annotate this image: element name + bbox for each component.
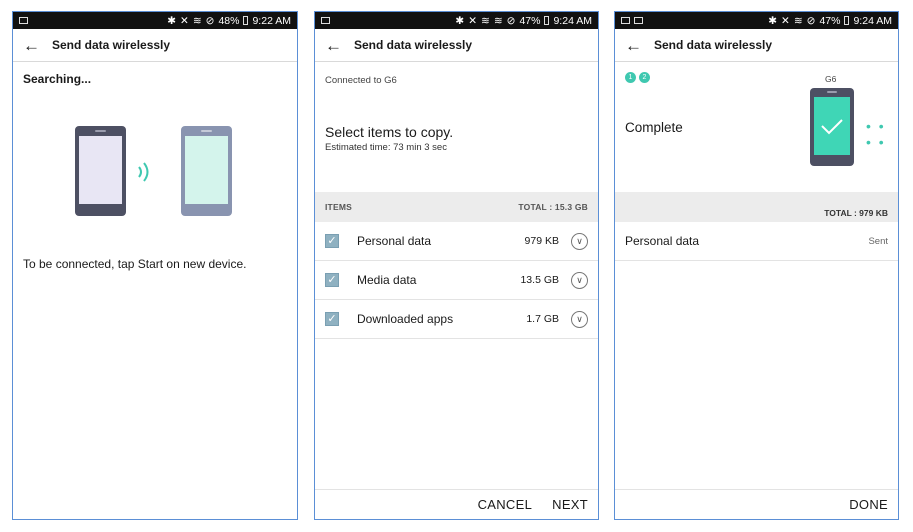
battery-icon [844, 16, 850, 25]
battery-percent: 48% [218, 14, 240, 27]
item-size: 1.7 GB [526, 313, 559, 325]
app-bar: ← Send data wirelessly [13, 29, 297, 62]
total-size: TOTAL : 979 KB [824, 208, 888, 218]
battery-icon [243, 16, 249, 25]
item-size: 979 KB [524, 235, 559, 247]
old-phone-icon [75, 126, 126, 216]
item-label: Downloaded apps [357, 312, 454, 326]
item-label: Personal data [357, 234, 432, 248]
item-status: Sent [868, 235, 888, 247]
checkbox[interactable]: ✓ [325, 234, 339, 248]
gallery-icon [321, 17, 330, 24]
item-size: 13.5 GB [520, 274, 559, 286]
back-arrow-icon[interactable]: ← [625, 37, 642, 54]
clock: 9:22 AM [252, 14, 291, 27]
alarm-off-icon: ⊘ [506, 14, 516, 27]
mute-icon: ✕ [468, 14, 478, 27]
app-bar: ← Send data wirelessly [615, 29, 898, 62]
next-button[interactable]: NEXT [552, 497, 588, 512]
wifi-icon: ≋ [493, 14, 503, 27]
estimated-time: Estimated time: 73 min 3 sec [325, 142, 447, 153]
status-bar: ✱ ✕ ≋ ⊘ 48% 9:22 AM [13, 12, 297, 29]
phone-checkmark-icon [810, 88, 854, 166]
phones-illustration [75, 126, 232, 216]
alarm-off-icon: ⊘ [205, 14, 215, 27]
action-bar: DONE [615, 489, 898, 519]
searching-label: Searching... [23, 72, 92, 86]
gallery-icon [19, 17, 28, 24]
app-bar: ← Send data wirelessly [315, 29, 598, 62]
bluetooth-icon: ✱ [167, 14, 177, 27]
back-arrow-icon[interactable]: ← [23, 37, 40, 54]
clock: 9:24 AM [553, 14, 592, 27]
chevron-down-icon[interactable]: ∨ [571, 310, 588, 328]
chevron-down-icon[interactable]: ∨ [571, 271, 588, 289]
gallery-icon [634, 17, 643, 24]
wireless-signal-icon [138, 162, 149, 182]
screen-select-items: ✱ ✕ ≋ ≋ ⊘ 47% 9:24 AM ← Send data wirele… [314, 11, 599, 520]
item-row-downloaded-apps[interactable]: ✓ Downloaded apps 1.7 GB ∨ [315, 300, 598, 339]
total-size: TOTAL : 15.3 GB [518, 202, 588, 212]
screen-complete: ✱ ✕ ≋ ⊘ 47% 9:24 AM ← Send data wireless… [614, 11, 899, 520]
battery-percent: 47% [819, 14, 841, 27]
new-phone-icon [181, 126, 232, 216]
total-bar: TOTAL : 979 KB [615, 192, 898, 222]
done-button[interactable]: DONE [849, 497, 888, 512]
wifi-icon: ≋ [793, 14, 803, 27]
page-title: Send data wirelessly [52, 38, 171, 52]
battery-percent: 47% [519, 14, 541, 27]
complete-label: Complete [625, 120, 683, 135]
screen-searching: ✱ ✕ ≋ ⊘ 48% 9:22 AM ← Send data wireless… [12, 11, 298, 520]
item-row-personal-data: Personal data Sent [615, 222, 898, 261]
step-indicator: 1 2 [625, 72, 650, 83]
checkbox[interactable]: ✓ [325, 312, 339, 326]
item-label: Media data [357, 273, 417, 287]
item-row-media-data[interactable]: ✓ Media data 13.5 GB ∨ [315, 261, 598, 300]
select-heading: Select items to copy. [325, 124, 454, 140]
clock: 9:24 AM [853, 14, 892, 27]
progress-dots: • • • • [866, 118, 886, 150]
wifi-icon: ≋ [192, 14, 202, 27]
bluetooth-icon: ✱ [768, 14, 778, 27]
step-1-badge: 1 [625, 72, 636, 83]
bluetooth-icon: ✱ [455, 14, 465, 27]
status-bar: ✱ ✕ ≋ ⊘ 47% 9:24 AM [615, 12, 898, 29]
action-bar: CANCEL NEXT [315, 489, 598, 519]
device-name: G6 [825, 74, 837, 84]
chevron-down-icon[interactable]: ∨ [571, 232, 588, 250]
item-label: Personal data [625, 234, 700, 248]
page-title: Send data wirelessly [654, 38, 773, 52]
cancel-button[interactable]: CANCEL [478, 497, 533, 512]
alarm-off-icon: ⊘ [806, 14, 816, 27]
hotspot-icon: ≋ [481, 14, 490, 27]
page-title: Send data wirelessly [354, 38, 473, 52]
item-row-personal-data[interactable]: ✓ Personal data 979 KB ∨ [315, 222, 598, 261]
mute-icon: ✕ [180, 14, 189, 27]
items-header-label: ITEMS [325, 202, 352, 212]
notification-icon [621, 17, 630, 24]
instruction-text: To be connected, tap Start on new device… [23, 257, 247, 271]
status-bar: ✱ ✕ ≋ ≋ ⊘ 47% 9:24 AM [315, 12, 598, 29]
step-2-badge: 2 [639, 72, 650, 83]
connection-status: Connected to G6 [325, 75, 397, 86]
items-header: ITEMS TOTAL : 15.3 GB [315, 192, 598, 222]
mute-icon: ✕ [781, 14, 790, 27]
back-arrow-icon[interactable]: ← [325, 37, 342, 54]
checkbox[interactable]: ✓ [325, 273, 339, 287]
battery-icon [544, 16, 550, 25]
